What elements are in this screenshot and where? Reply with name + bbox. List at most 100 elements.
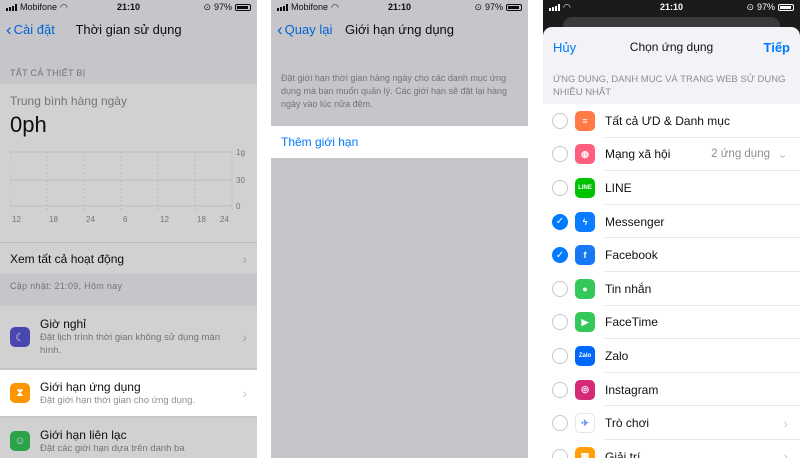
moon-icon: ☾ bbox=[10, 327, 30, 347]
checkbox-empty-icon[interactable] bbox=[552, 314, 568, 331]
chart-xtick: 12 bbox=[160, 215, 169, 224]
section-header-all-devices: TẤT CẢ THIẾT BỊ bbox=[10, 68, 86, 78]
checkbox-empty-icon[interactable] bbox=[552, 280, 568, 297]
app-row[interactable]: ▦ Giải trí › bbox=[543, 440, 800, 458]
average-value: 0ph bbox=[10, 112, 47, 137]
app-name: Facebook bbox=[605, 248, 658, 263]
updated-label: Cập nhật: 21:09, Hôm nay bbox=[10, 281, 123, 291]
communication-limits-subtitle: Đặt các giới hạn dựa trên danh ba bbox=[40, 442, 185, 454]
battery-icon bbox=[506, 3, 522, 11]
app-name: Messenger bbox=[605, 214, 665, 229]
usage-chart: 1g 30 0 12 18 24 6 12 18 24 bbox=[10, 148, 245, 224]
chevron-right-icon[interactable]: › bbox=[784, 416, 788, 431]
see-all-activity-row[interactable]: Xem tất cả hoạt động › bbox=[0, 242, 257, 274]
chart-ylabel: 1g bbox=[236, 148, 245, 157]
messenger-icon: ϟ bbox=[575, 211, 595, 232]
checkbox-empty-icon[interactable] bbox=[552, 381, 568, 398]
chart-ylabel: 0 bbox=[236, 202, 241, 211]
app-limits-row[interactable]: ⧗ Giới hạn ứng dụng Đặt giới hạn thời gi… bbox=[0, 370, 257, 416]
cancel-button[interactable]: Hủy bbox=[543, 40, 576, 55]
add-limit-button[interactable]: Thêm giới hạn bbox=[271, 126, 528, 158]
communication-limits-row[interactable]: ☺ Giới hạn liên lạc Đặt các giới hạn dựa… bbox=[0, 418, 257, 458]
app-name: Giải trí bbox=[605, 449, 641, 458]
back-label: Cài đặt bbox=[13, 21, 55, 37]
app-name: Trò chơi bbox=[605, 416, 650, 431]
clock: 21:10 bbox=[387, 2, 412, 12]
see-all-activity-label: Xem tất cả hoạt động bbox=[10, 251, 125, 266]
battery-icon bbox=[235, 3, 251, 11]
app-count-label: 2 ứng dụng bbox=[711, 148, 770, 161]
nav-bar: ‹ Quay lại Giới hạn ứng dụng bbox=[271, 14, 528, 44]
app-name: Tin nhắn bbox=[605, 281, 652, 296]
checkbox-empty-icon[interactable] bbox=[552, 179, 568, 196]
app-limits-subtitle: Đặt giới hạn thời gian cho ứng dụng. bbox=[40, 394, 196, 406]
checkbox-empty-icon[interactable] bbox=[552, 146, 568, 163]
zalo-icon: Zalo bbox=[575, 345, 595, 366]
app-name: Mạng xã hội bbox=[605, 147, 671, 162]
chart-xtick: 6 bbox=[123, 215, 128, 224]
app-limits-title: Giới hạn ứng dụng bbox=[40, 379, 141, 394]
downtime-title: Giờ nghỉ bbox=[40, 317, 86, 331]
chevron-left-icon: ‹ bbox=[277, 19, 283, 39]
choose-apps-panel: ◠ 21:10 ⊙ 97% Hủy Chọn ứng dụng Tiếp ỨNG… bbox=[543, 0, 800, 458]
chat-bubbles-icon: ◍ bbox=[575, 144, 595, 165]
status-bar: Mobifone ◠ 21:10 ⊙ 97% bbox=[271, 0, 528, 14]
average-label: Trung bình hàng ngày bbox=[10, 94, 127, 108]
battery-icon bbox=[778, 3, 794, 11]
app-row[interactable]: LINE LINE bbox=[543, 171, 800, 205]
chart-xtick: 18 bbox=[197, 215, 206, 224]
sheet-background-card bbox=[563, 17, 780, 27]
chevron-left-icon: ‹ bbox=[6, 19, 12, 39]
instagram-icon: ◎ bbox=[575, 379, 595, 400]
facetime-icon: ▶ bbox=[575, 312, 595, 333]
checkmark-selected-icon[interactable]: ✓ bbox=[552, 213, 568, 230]
app-row[interactable]: Zalo Zalo bbox=[543, 339, 800, 373]
back-label: Quay lại bbox=[284, 21, 333, 37]
chevron-right-icon: › bbox=[242, 250, 247, 267]
screen-time-panel: Mobifone ◠ 21:10 ⊙ 97% ‹ Cài đặt Thời gi… bbox=[0, 0, 257, 458]
checkbox-empty-icon[interactable] bbox=[552, 112, 568, 129]
downtime-subtitle: Đặt lịch trình thời gian không sử dụng m… bbox=[40, 332, 220, 356]
back-button[interactable]: ‹ Cài đặt bbox=[0, 21, 55, 38]
app-row[interactable]: ✓ ϟ Messenger bbox=[543, 205, 800, 239]
app-row[interactable]: ✓ f Facebook bbox=[543, 238, 800, 272]
sheet-nav-bar: Hủy Chọn ứng dụng Tiếp bbox=[543, 35, 800, 59]
app-name: Instagram bbox=[605, 382, 659, 397]
chevron-right-icon: › bbox=[242, 385, 247, 401]
popcorn-icon: ▦ bbox=[575, 446, 595, 458]
chevron-down-icon[interactable]: ⌄ bbox=[777, 146, 788, 162]
sheet-title: Chọn ứng dụng bbox=[629, 40, 714, 54]
communication-limits-title: Giới hạn liên lạc bbox=[40, 427, 127, 442]
app-name: FaceTime bbox=[605, 315, 658, 330]
contact-icon: ☺ bbox=[10, 431, 30, 451]
chevron-right-icon: › bbox=[242, 329, 247, 345]
next-button[interactable]: Tiếp bbox=[764, 40, 800, 55]
app-name: LINE bbox=[605, 180, 632, 195]
chart-xtick: 18 bbox=[49, 215, 58, 224]
app-name: Tất cả ƯD & Danh mục bbox=[605, 113, 730, 128]
app-row[interactable]: ▶ FaceTime bbox=[543, 306, 800, 340]
app-list: ≡ Tất cả ƯD & Danh mục ◍ Mạng xã hội 2 ứng d… bbox=[543, 104, 800, 458]
chevron-right-icon[interactable]: › bbox=[784, 449, 788, 458]
app-limits-panel: Mobifone ◠ 21:10 ⊙ 97% ‹ Quay lại Giới h… bbox=[271, 0, 528, 458]
app-row[interactable]: ◍ Mạng xã hội 2 ứng dụng ⌄ bbox=[543, 138, 800, 172]
stack-icon: ≡ bbox=[575, 110, 595, 131]
app-row[interactable]: ✈ Trò chơi › bbox=[543, 406, 800, 440]
app-row[interactable]: ● Tin nhắn bbox=[543, 272, 800, 306]
app-row[interactable]: ◎ Instagram bbox=[543, 373, 800, 407]
checkmark-selected-icon[interactable]: ✓ bbox=[552, 247, 568, 264]
chart-xtick: 24 bbox=[86, 215, 95, 224]
clock: 21:10 bbox=[116, 2, 141, 12]
back-button[interactable]: ‹ Quay lại bbox=[271, 21, 332, 38]
usage-card[interactable]: Trung bình hàng ngày 0ph 1g 30 0 12 18 2… bbox=[0, 84, 257, 242]
checkbox-empty-icon[interactable] bbox=[552, 415, 568, 432]
status-bar: ◠ 21:10 ⊙ 97% bbox=[543, 0, 800, 14]
checkbox-empty-icon[interactable] bbox=[552, 448, 568, 458]
app-row[interactable]: ≡ Tất cả ƯD & Danh mục bbox=[543, 104, 800, 138]
downtime-row[interactable]: ☾ Giờ nghỉ Đặt lịch trình thời gian khôn… bbox=[0, 306, 257, 368]
hourglass-icon: ⧗ bbox=[10, 383, 30, 403]
clock: 21:10 bbox=[659, 2, 684, 12]
app-limits-description: Đặt giới hạn thời gian hàng ngày cho các… bbox=[281, 73, 508, 109]
choose-apps-sheet: Hủy Chọn ứng dụng Tiếp ỨNG DỤNG, DANH MỤ… bbox=[543, 27, 800, 458]
checkbox-empty-icon[interactable] bbox=[552, 347, 568, 364]
